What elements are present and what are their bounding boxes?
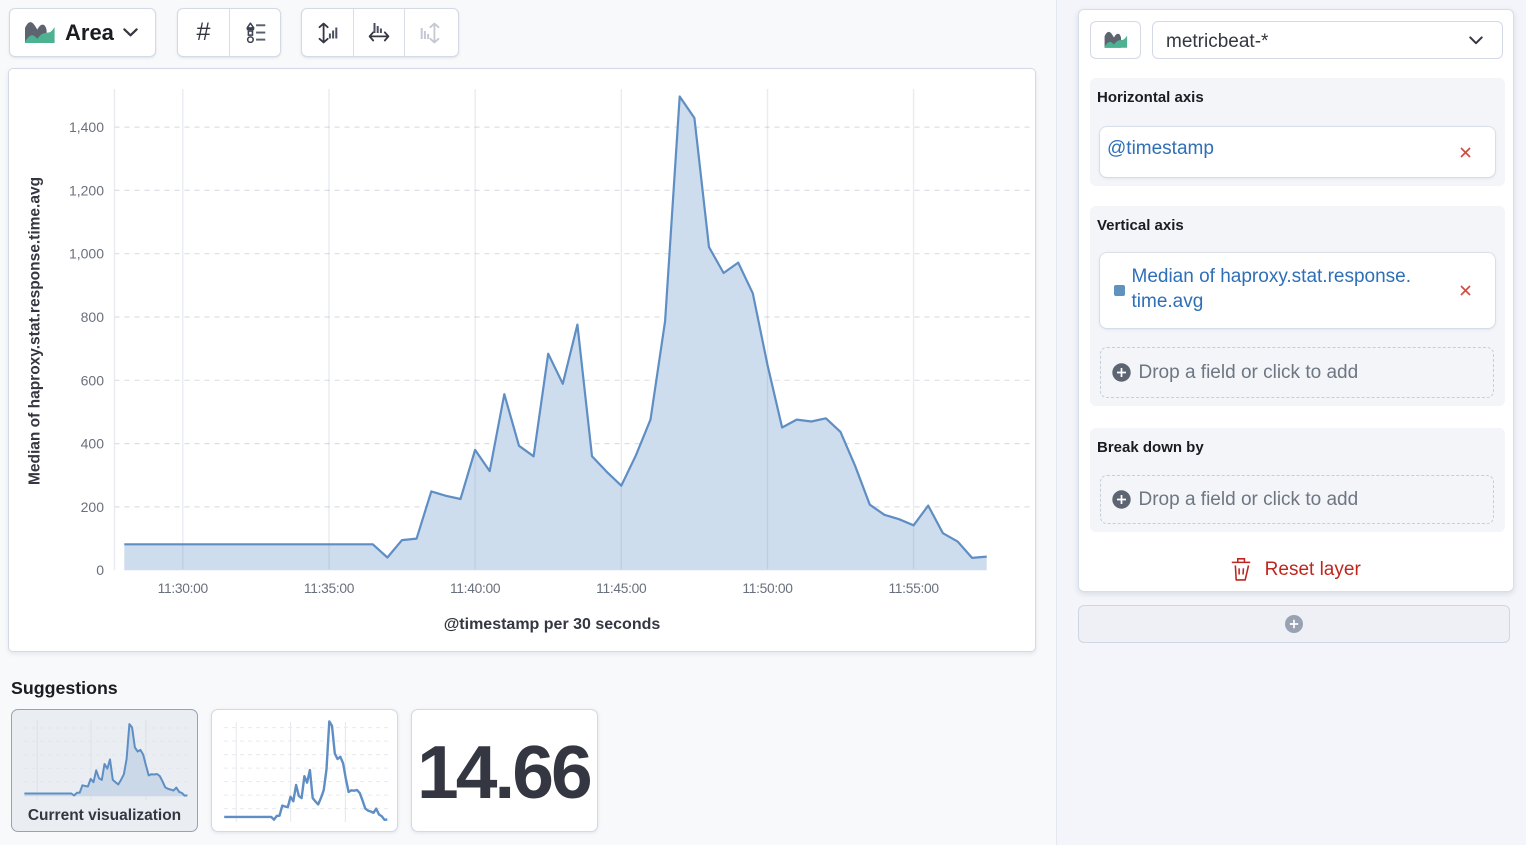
svg-text:@timestamp per 30 seconds: @timestamp per 30 seconds: [444, 616, 661, 633]
svg-text:1,200: 1,200: [69, 182, 104, 198]
svg-text:1,400: 1,400: [69, 119, 104, 135]
svg-text:11:45:00: 11:45:00: [596, 581, 647, 596]
svg-text:1,000: 1,000: [69, 246, 104, 262]
svg-text:Median of haproxy.stat.respons: Median of haproxy.stat.response.time.avg: [27, 177, 44, 485]
svg-text:200: 200: [81, 499, 105, 515]
svg-text:0: 0: [96, 562, 104, 578]
svg-text:800: 800: [81, 309, 105, 325]
svg-text:11:55:00: 11:55:00: [888, 581, 939, 596]
svg-text:400: 400: [81, 436, 105, 452]
svg-text:11:35:00: 11:35:00: [304, 581, 355, 596]
svg-text:11:40:00: 11:40:00: [450, 581, 501, 596]
svg-text:600: 600: [81, 372, 105, 388]
svg-text:11:50:00: 11:50:00: [742, 581, 793, 596]
svg-text:11:30:00: 11:30:00: [158, 581, 209, 596]
